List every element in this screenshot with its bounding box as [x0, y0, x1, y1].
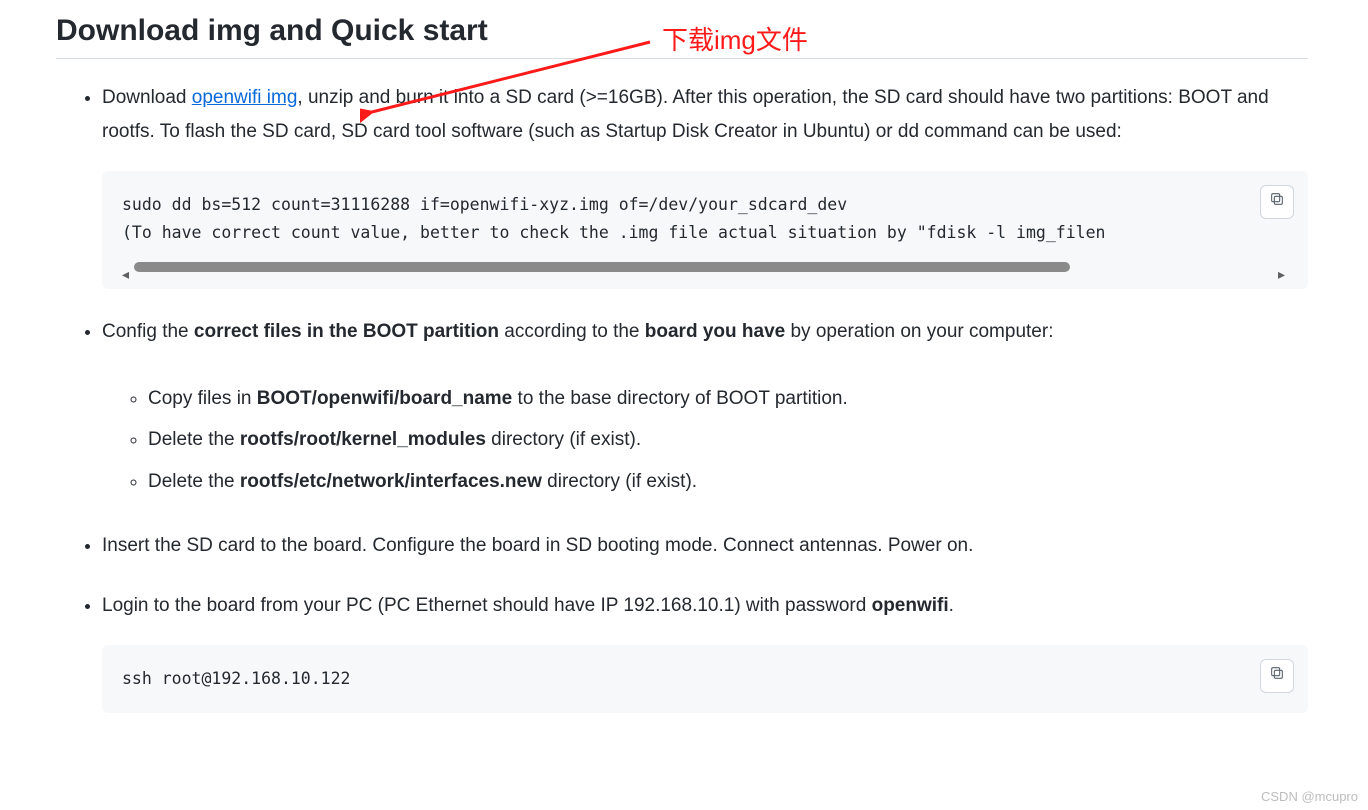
scroll-left-arrow-icon[interactable]: ◂ — [122, 262, 132, 272]
code-block-dd: sudo dd bs=512 count=31116288 if=openwif… — [102, 171, 1308, 289]
text: Copy files in — [148, 388, 257, 409]
text: to the base directory of BOOT partition. — [512, 388, 847, 409]
list-item-download: Download openwifi img, unzip and burn it… — [102, 81, 1308, 289]
text: directory (if exist). — [542, 471, 697, 492]
text: Insert the SD card to the board. Configu… — [102, 529, 1308, 563]
scrollbar-track[interactable] — [134, 262, 1276, 272]
sub-item-copy: Copy files in BOOT/openwifi/board_name t… — [148, 378, 1308, 420]
list-item-login: Login to the board from your PC (PC Ethe… — [102, 589, 1308, 713]
text: Download — [102, 87, 192, 108]
list-item-insert-sd: Insert the SD card to the board. Configu… — [102, 529, 1308, 563]
horizontal-scrollbar[interactable]: ◂ ▸ — [122, 257, 1288, 277]
copy-button[interactable] — [1260, 659, 1294, 693]
sub-item-delete-interfaces: Delete the rootfs/etc/network/interfaces… — [148, 461, 1308, 503]
bold-text: rootfs/etc/network/interfaces.new — [240, 471, 542, 492]
code-line: (To have correct count value, better to … — [122, 223, 1105, 242]
text: by operation on your computer: — [785, 321, 1053, 342]
bold-text: correct files in the BOOT partition — [194, 321, 499, 342]
instruction-list: Download openwifi img, unzip and burn it… — [56, 81, 1308, 713]
bold-text: BOOT/openwifi/board_name — [257, 388, 512, 409]
list-item-config: Config the correct files in the BOOT par… — [102, 315, 1308, 503]
bold-text: board you have — [645, 321, 785, 342]
openwifi-img-link[interactable]: openwifi img — [192, 87, 298, 108]
text: . — [949, 595, 954, 616]
text: according to the — [499, 321, 645, 342]
bold-text: openwifi — [872, 595, 949, 616]
text: directory (if exist). — [486, 429, 641, 450]
text: Config the — [102, 321, 194, 342]
text: Delete the — [148, 429, 240, 450]
bold-text: rootfs/root/kernel_modules — [240, 429, 486, 450]
code-block-ssh: ssh root@192.168.10.122 — [102, 645, 1308, 713]
copy-icon — [1269, 185, 1285, 219]
copy-button[interactable] — [1260, 185, 1294, 219]
scrollbar-thumb[interactable] — [134, 262, 1070, 272]
watermark: CSDN @mcupro — [1261, 789, 1358, 804]
sub-list: Copy files in BOOT/openwifi/board_name t… — [102, 378, 1308, 503]
text: Delete the — [148, 471, 240, 492]
scroll-right-arrow-icon[interactable]: ▸ — [1278, 262, 1288, 272]
code-line: sudo dd bs=512 count=31116288 if=openwif… — [122, 195, 847, 214]
sub-item-delete-kernel: Delete the rootfs/root/kernel_modules di… — [148, 419, 1308, 461]
copy-icon — [1269, 659, 1285, 693]
annotation-text: 下载img文件 — [662, 20, 808, 57]
text: Login to the board from your PC (PC Ethe… — [102, 595, 872, 616]
code-line: ssh root@192.168.10.122 — [122, 669, 350, 688]
